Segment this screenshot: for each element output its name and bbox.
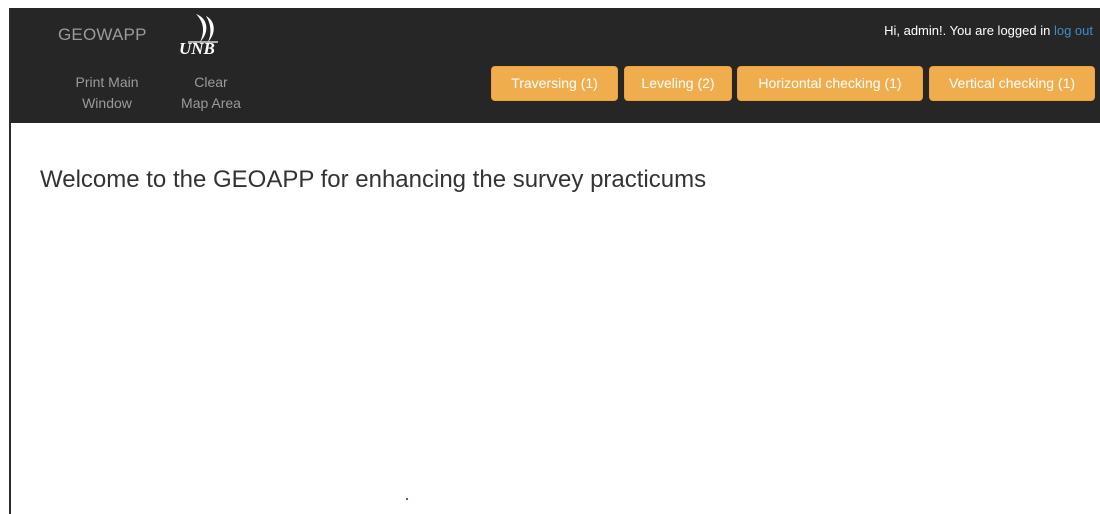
traversing-button[interactable]: Traversing (1): [491, 66, 618, 101]
welcome-heading: Welcome to the GEOAPP for enhancing the …: [40, 166, 707, 193]
app-window: GEOWAPP UNB Print Main Window Clear Map …: [9, 8, 1100, 514]
logout-link[interactable]: log out: [1054, 23, 1093, 38]
nav-link-line: Print Main: [75, 74, 139, 90]
horizontal-checking-button[interactable]: Horizontal checking (1): [737, 66, 923, 101]
vertical-checking-button[interactable]: Vertical checking (1): [929, 66, 1095, 101]
clear-map-area-link[interactable]: Clear Map Area: [171, 72, 251, 114]
nav-link-line: Clear: [194, 74, 228, 90]
nav-link-line: Window: [82, 95, 132, 111]
print-main-window-link[interactable]: Print Main Window: [67, 72, 147, 114]
logo-text: UNB: [179, 39, 215, 58]
leveling-button[interactable]: Leveling (2): [624, 66, 732, 101]
user-greeting: Hi, admin!. You are logged in: [884, 23, 1051, 38]
stray-dot: [406, 498, 408, 500]
nav-link-line: Map Area: [181, 95, 241, 111]
unb-logo: UNB: [176, 12, 228, 64]
brand-link[interactable]: GEOWAPP: [58, 25, 147, 45]
user-status: Hi, admin!. You are logged in log out: [884, 23, 1093, 38]
top-navbar: GEOWAPP UNB Print Main Window Clear Map …: [11, 8, 1100, 123]
